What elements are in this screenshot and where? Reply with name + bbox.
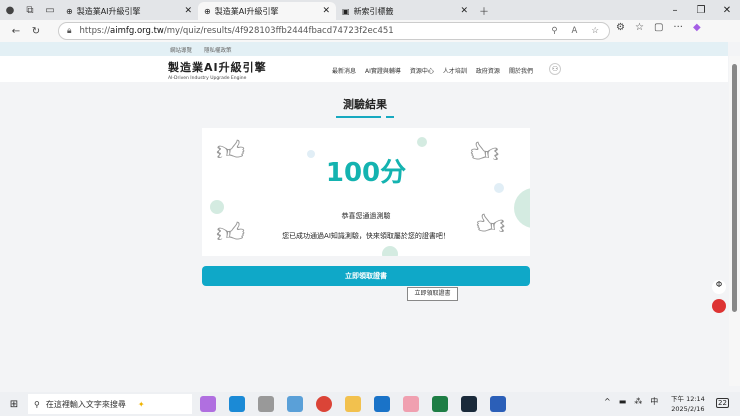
microphone-app-icon[interactable] <box>258 396 274 412</box>
ime-indicator[interactable]: 中 <box>650 396 658 407</box>
certificate-message: 您已成功通過AI知識測驗，快來領取屬於您的證書吧！ <box>282 232 450 240</box>
tray-app-icon[interactable]: ⁂ <box>634 397 642 406</box>
chrome-app-icon[interactable] <box>316 396 332 412</box>
extension-badge-icon[interactable] <box>712 299 726 313</box>
score: 100分 <box>325 158 407 188</box>
tab-actions-icon[interactable]: ▭ <box>40 0 60 20</box>
user-icon[interactable]: ⚇ <box>549 63 561 75</box>
reader-icon[interactable]: Φ <box>712 280 726 294</box>
title-underline <box>336 116 381 118</box>
privacy-link[interactable]: 隱私權政策 <box>204 46 232 54</box>
collections-icon[interactable]: ▢ <box>654 22 663 33</box>
copilot-icon[interactable]: ◆ <box>693 22 701 33</box>
refresh-icon[interactable]: ↻ <box>26 21 46 41</box>
photos-app-icon[interactable] <box>287 396 303 412</box>
site-logo[interactable]: 製造業AI升級引擎 AI-Driven Industry Upgrade Engi… <box>168 59 267 81</box>
profile-icon[interactable]: ● <box>0 0 20 20</box>
excel-app-icon[interactable] <box>432 396 448 412</box>
close-tab-icon[interactable]: ✕ <box>322 6 330 16</box>
edge-app-icon[interactable] <box>229 396 245 412</box>
network-icon[interactable]: ▬ <box>619 397 627 406</box>
tab-2[interactable]: ⊕ 製造業AI升級引擎 ✕ <box>198 2 336 20</box>
minimize-button[interactable]: – <box>662 5 688 16</box>
new-tab-button[interactable]: ＋ <box>474 0 494 20</box>
snipping-tool-icon[interactable] <box>403 396 419 412</box>
nav-resources[interactable]: 資源中心 <box>410 66 434 75</box>
decor-dot <box>382 246 398 256</box>
sparkle-icon: ✦ <box>137 399 145 409</box>
top-utility-bar: 網站導覽 隱私權政策 <box>0 42 728 56</box>
clock[interactable]: 下午 12:14 2025/2/16 <box>671 394 705 414</box>
tab-1[interactable]: ⊕ 製造業AI升級引擎 ✕ <box>60 2 198 20</box>
extensions-icon[interactable]: ⚙ <box>616 22 625 33</box>
nav-training[interactable]: 人才培訓 <box>443 66 467 75</box>
zoom-icon[interactable]: ⚲ <box>551 26 557 36</box>
scrollbar-thumb[interactable] <box>732 64 737 312</box>
tooltip: 立即領取證書 <box>407 287 458 301</box>
decor-dot <box>514 188 530 228</box>
word-app-icon[interactable] <box>490 396 506 412</box>
browser-tab-bar: ● ⧉ ▭ ⊕ 製造業AI升級引擎 ✕ ⊕ 製造業AI升級引擎 ✕ ▣ 新索引標籤 ✕ ＋ … <box>0 0 740 20</box>
close-tab-icon[interactable]: ✕ <box>184 6 192 16</box>
page-title: 測驗結果 <box>343 98 387 111</box>
favorites-icon[interactable]: ☆ <box>635 22 644 33</box>
read-aloud-icon[interactable]: A <box>572 26 578 36</box>
main-nav: 最新消息 AI實證與輔導 資源中心 人才培訓 政府資源 關於我們 <box>332 66 533 75</box>
scrollbar[interactable] <box>729 56 740 386</box>
nav-ai-demo[interactable]: AI實證與輔導 <box>365 66 401 75</box>
taskbar: ⊞ ⚲ 在這裡輸入文字來搜尋 ✦ ^ ▬ ⁂ 中 下午 12:14 2025/2/16 22 <box>0 392 740 416</box>
globe-icon: ⊕ <box>66 6 73 16</box>
tray-chevron-icon[interactable]: ^ <box>604 397 611 406</box>
workspaces-icon[interactable]: ⧉ <box>20 0 40 20</box>
restore-button[interactable]: ❐ <box>688 5 714 16</box>
file-explorer-icon[interactable] <box>345 396 361 412</box>
site-header: 製造業AI升級引擎 AI-Driven Industry Upgrade Engi… <box>0 56 728 82</box>
globe-icon: ⊕ <box>204 6 211 16</box>
outlook-app-icon[interactable] <box>374 396 390 412</box>
nav-news[interactable]: 最新消息 <box>332 66 356 75</box>
back-icon[interactable]: ← <box>6 21 26 41</box>
new-tab-page-icon: ▣ <box>342 6 350 16</box>
favorite-star-icon[interactable]: ☆ <box>591 26 599 36</box>
copilot-app-icon[interactable] <box>200 396 216 412</box>
close-tab-icon[interactable]: ✕ <box>460 6 468 16</box>
search-icon: ⚲ <box>34 399 40 409</box>
start-icon[interactable]: ⊞ <box>4 394 24 414</box>
decor-dot <box>417 137 427 147</box>
more-icon[interactable]: ··· <box>673 22 683 33</box>
address-bar-row: ← ↻ 🔒︎ https://aimfg.org.tw/my/quiz/resu… <box>0 20 740 42</box>
claim-certificate-button[interactable]: 立即領取證書 <box>202 266 530 286</box>
close-window-button[interactable]: ✕ <box>714 5 740 16</box>
app-icon[interactable] <box>461 396 477 412</box>
congrats-message: 恭喜您通過測驗 <box>341 212 391 220</box>
title-underline-dash <box>386 116 394 118</box>
lock-icon: 🔒︎ <box>67 26 72 36</box>
result-card: 👍︎ 👍︎ 👍︎ 👍︎ 100分 恭喜您通過測驗 您已成功通過AI知識測驗，快來… <box>202 128 530 256</box>
taskbar-search[interactable]: ⚲ 在這裡輸入文字來搜尋 ✦ <box>28 394 192 414</box>
sitemap-link[interactable]: 網站導覽 <box>170 46 192 54</box>
nav-about[interactable]: 關於我們 <box>509 66 533 75</box>
nav-gov[interactable]: 政府資源 <box>476 66 500 75</box>
url-input[interactable]: 🔒︎ https://aimfg.org.tw/my/quiz/results/… <box>58 22 610 40</box>
notifications-badge[interactable]: 22 <box>716 398 729 408</box>
tab-3[interactable]: ▣ 新索引標籤 ✕ <box>336 2 474 20</box>
